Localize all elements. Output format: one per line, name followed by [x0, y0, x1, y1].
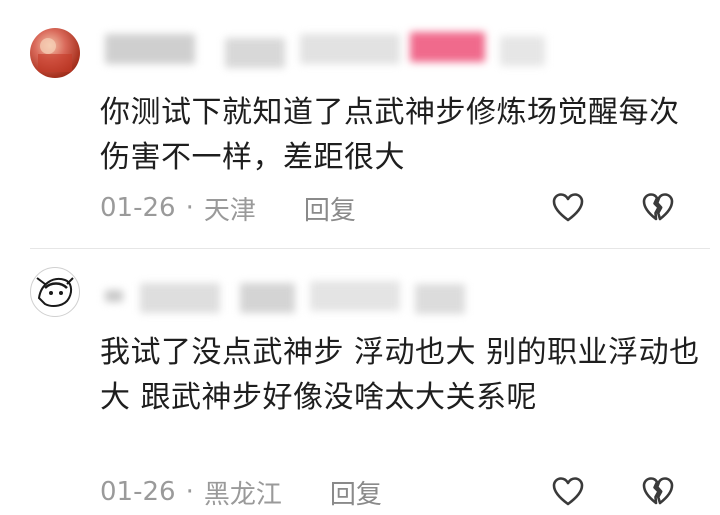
comment-location: 黑龙江 — [203, 479, 282, 510]
avatar-image — [38, 38, 72, 72]
comment-text: 我试了没点武神步 浮动也大 别的职业浮动也大 跟武神步好像没啥太大关系呢 — [100, 335, 700, 415]
reply-button[interactable]: 回复 — [304, 190, 356, 227]
comment-meta: 01-26 · 黑龙江 回复 — [100, 472, 382, 512]
comment-date: 01-26 — [100, 193, 176, 223]
dislike-button[interactable] — [641, 475, 675, 509]
meta-separator: · — [185, 193, 194, 223]
like-button[interactable] — [551, 191, 585, 225]
reply-button[interactable]: 回复 — [330, 474, 382, 511]
heart-outline-icon — [552, 193, 584, 222]
dislike-button[interactable] — [641, 191, 675, 225]
broken-heart-icon — [642, 477, 674, 505]
comment-divider — [30, 248, 710, 249]
heart-outline-icon — [552, 477, 584, 506]
comment-location: 天津 — [203, 195, 256, 226]
meta-separator: · — [185, 477, 194, 507]
comment-date: 01-26 — [100, 477, 176, 507]
avatar[interactable] — [30, 267, 80, 317]
like-button[interactable] — [551, 475, 585, 509]
broken-heart-icon — [642, 193, 674, 221]
comment-meta: 01-26 · 天津 回复 — [100, 188, 356, 228]
avatar-image — [36, 277, 74, 307]
comment-text: 你测试下就知道了点武神步修炼场觉醒每次伤害不一样，差距很大 — [100, 95, 680, 175]
avatar[interactable] — [30, 28, 80, 78]
